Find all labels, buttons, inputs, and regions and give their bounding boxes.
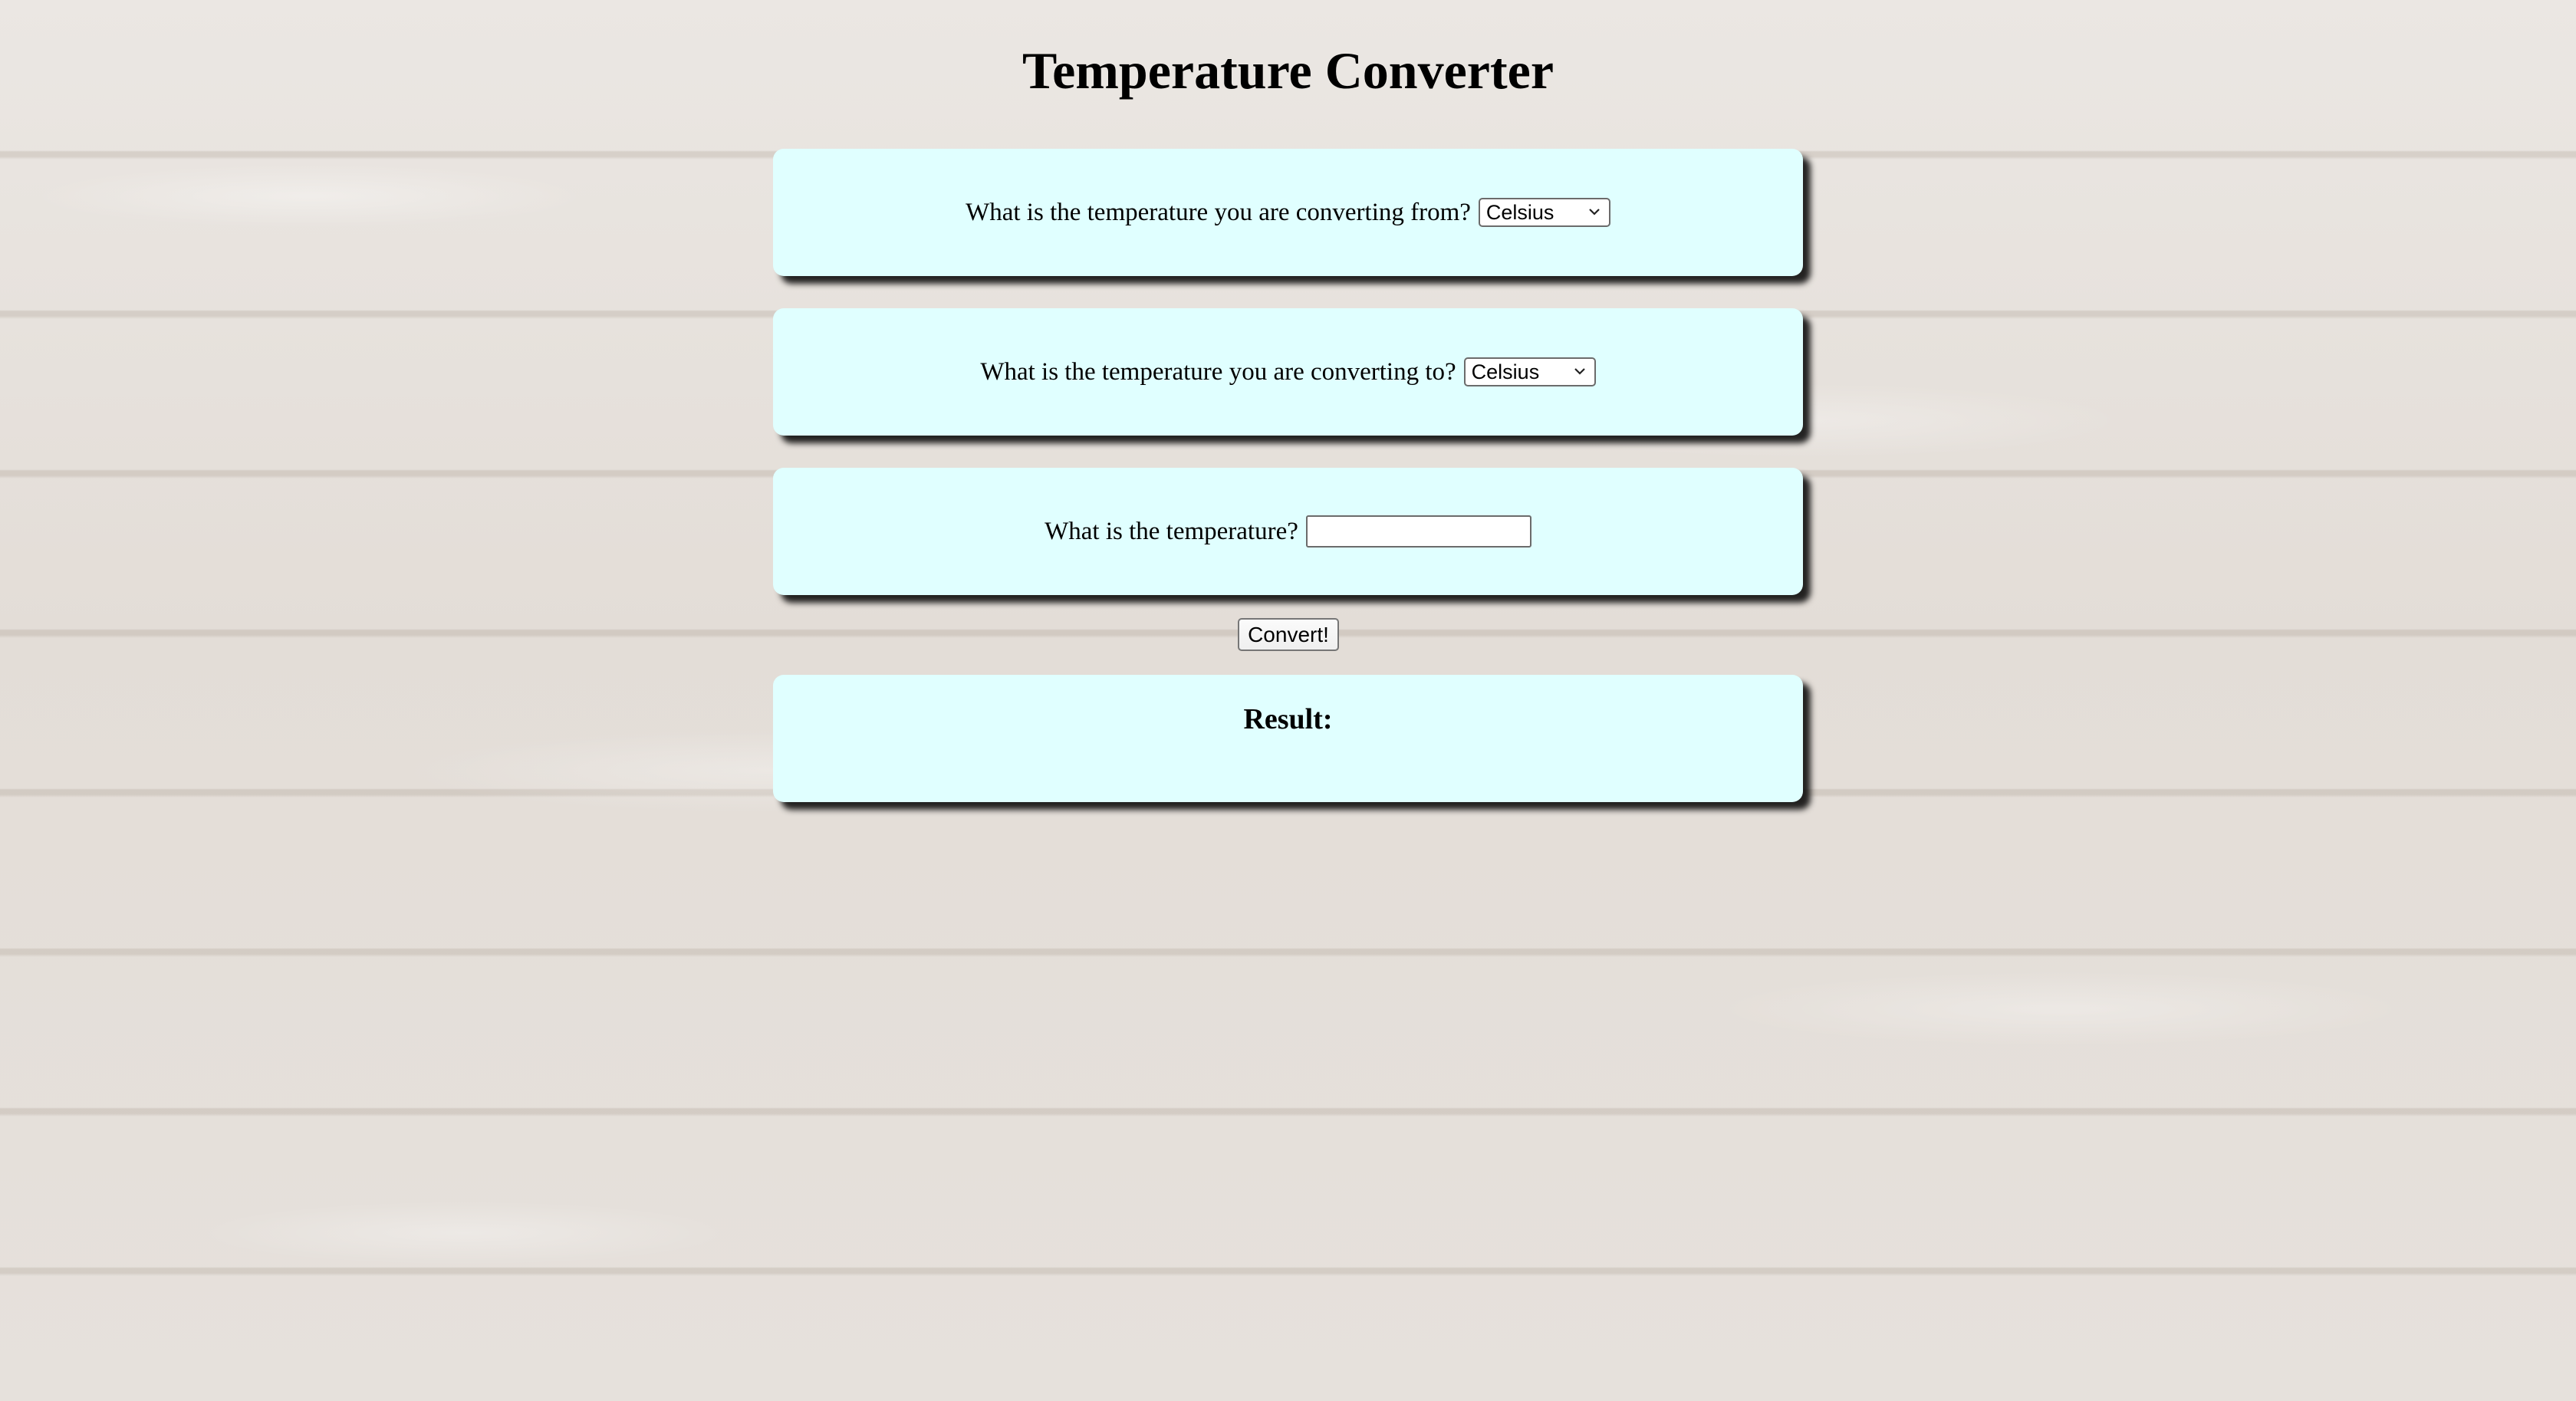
to-unit-select[interactable]: Celsius bbox=[1463, 357, 1596, 386]
from-unit-select[interactable]: Celsius bbox=[1478, 198, 1610, 227]
convert-button[interactable]: Convert! bbox=[1238, 618, 1339, 651]
from-unit-card: What is the temperature you are converti… bbox=[773, 149, 1803, 276]
chevron-down-icon bbox=[1574, 368, 1585, 375]
result-card: Result: bbox=[773, 675, 1803, 802]
result-heading: Result: bbox=[1243, 703, 1333, 735]
page: Temperature Converter What is the temper… bbox=[0, 0, 2576, 1401]
chevron-down-icon bbox=[1589, 209, 1600, 215]
to-unit-selected: Celsius bbox=[1471, 360, 1540, 383]
temperature-card: What is the temperature? bbox=[773, 468, 1803, 595]
from-unit-label: What is the temperature you are converti… bbox=[966, 198, 1471, 226]
page-title: Temperature Converter bbox=[1022, 41, 1554, 100]
to-unit-label: What is the temperature you are converti… bbox=[980, 357, 1456, 386]
to-unit-card: What is the temperature you are converti… bbox=[773, 308, 1803, 436]
from-unit-selected: Celsius bbox=[1485, 200, 1554, 224]
temperature-label: What is the temperature? bbox=[1045, 517, 1298, 545]
temperature-input[interactable] bbox=[1305, 515, 1531, 548]
